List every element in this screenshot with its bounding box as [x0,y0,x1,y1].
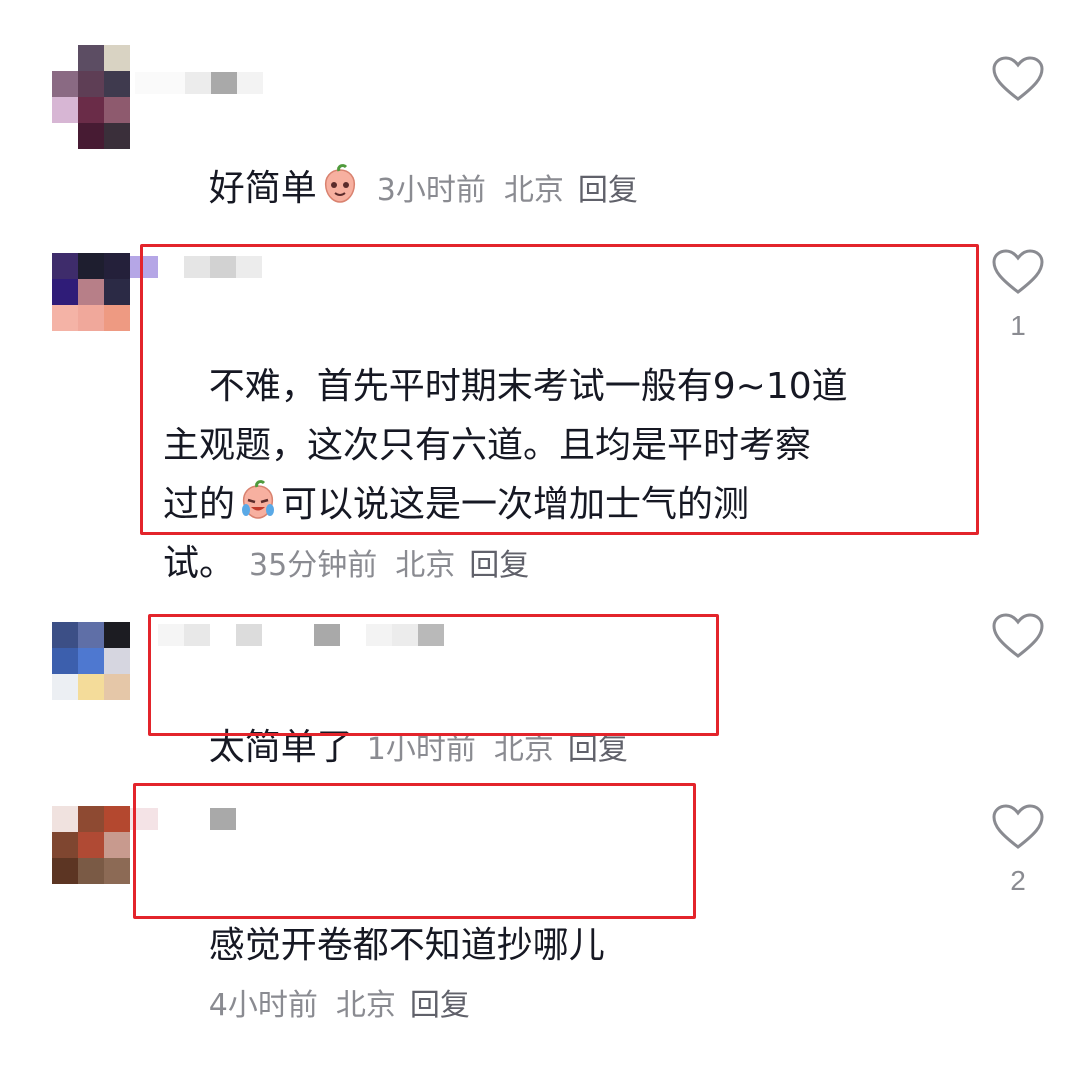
reply-button[interactable]: 回复 [578,173,638,208]
heart-outline-icon [992,56,1044,101]
avatar[interactable] [52,253,130,331]
heart-outline-icon [992,613,1044,658]
heart-outline-icon [992,804,1044,849]
highlight-box [133,783,696,919]
like-button[interactable]: 2 [990,803,1046,897]
avatar[interactable] [52,45,130,149]
highlight-box [140,244,979,535]
like-button[interactable] [990,55,1046,117]
comment-time: 4小时前 [208,988,318,1023]
like-button[interactable]: 1 [990,248,1046,342]
avatar[interactable] [52,806,130,884]
reply-button[interactable]: 回复 [410,988,470,1023]
peach-emoji-icon [324,164,355,203]
comment-body: 好简单 [208,168,317,209]
comment-location: 北京 [503,173,564,208]
like-count: 1 [1010,310,1026,341]
like-count: 2 [1010,865,1026,896]
comment-meta-row: 4小时前 北京 回复 [163,918,470,1091]
comment-time: 3小时前 [376,173,486,208]
reply-button[interactable]: 回复 [469,548,529,583]
comment-location: 北京 [335,988,396,1023]
comment-location: 北京 [493,732,554,767]
like-button[interactable] [990,612,1046,674]
comment-time: 35分钟前 [249,548,378,583]
reply-button[interactable]: 回复 [568,732,628,767]
username[interactable] [135,72,263,94]
comment-time: 1小时前 [366,732,476,767]
heart-outline-icon [992,249,1044,294]
avatar[interactable] [52,622,130,700]
comment-location: 北京 [395,548,456,583]
highlight-box [148,614,719,736]
